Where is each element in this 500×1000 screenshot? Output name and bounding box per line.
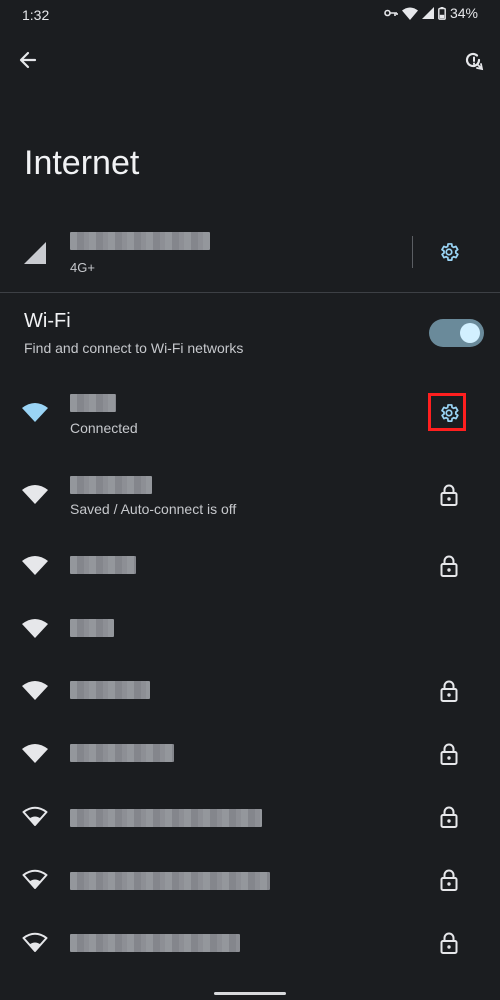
battery-percent: 34% [449, 5, 478, 21]
network-name-redacted [70, 394, 116, 412]
network-name-redacted [70, 619, 114, 637]
wifi-full-icon [22, 744, 48, 763]
network-name-redacted [70, 872, 270, 890]
wifi-weak-icon [22, 932, 48, 952]
status-time: 1:32 [22, 7, 50, 23]
highlight-box [428, 393, 466, 431]
lock-icon [440, 555, 458, 577]
network-row[interactable] [0, 912, 500, 974]
network-name-redacted [70, 809, 262, 827]
home-indicator[interactable] [214, 992, 286, 995]
wifi-full-icon [22, 403, 48, 422]
lock-icon-wrap [432, 549, 466, 583]
lock-icon-wrap [432, 863, 466, 897]
lock-icon-wrap [432, 674, 466, 708]
lock-icon [440, 484, 458, 506]
page-title: Internet [24, 144, 140, 182]
network-row[interactable] [0, 786, 500, 848]
network-row-connected[interactable]: Connected [0, 386, 500, 448]
wifi-full-icon [22, 681, 48, 700]
mobile-network-row[interactable]: 4G+ [0, 214, 500, 290]
lock-icon-wrap [432, 737, 466, 771]
status-icons: 34% [384, 5, 478, 21]
network-row[interactable] [0, 849, 500, 911]
wifi-toggle[interactable] [429, 319, 484, 347]
lock-icon [440, 869, 458, 891]
back-button[interactable] [8, 40, 48, 80]
wifi-title: Wi-Fi [24, 310, 71, 332]
network-name-redacted [70, 934, 240, 952]
battery-icon [438, 6, 446, 20]
lock-icon [440, 806, 458, 828]
lock-icon-wrap [432, 926, 466, 960]
vpn-key-icon [384, 9, 398, 17]
cell-signal-icon [421, 7, 434, 19]
network-row[interactable] [0, 535, 500, 597]
lock-icon [440, 680, 458, 702]
mobile-settings-button[interactable] [435, 238, 463, 266]
wifi-weak-icon [22, 869, 48, 889]
toggle-knob [460, 323, 480, 343]
network-name-redacted [70, 476, 152, 494]
network-status: Saved / Auto-connect is off [70, 501, 237, 517]
network-row[interactable]: Saved / Auto-connect is off [0, 466, 500, 528]
network-status: Connected [70, 420, 138, 436]
lock-icon-wrap [432, 800, 466, 834]
network-name-redacted [70, 744, 174, 762]
network-type: 4G+ [70, 260, 95, 275]
gear-icon [441, 243, 459, 261]
network-row[interactable] [0, 660, 500, 722]
wifi-full-icon [22, 619, 48, 638]
lock-icon [440, 932, 458, 954]
section-divider [0, 292, 500, 293]
wifi-weak-icon [22, 806, 48, 826]
network-row[interactable] [0, 723, 500, 785]
status-bar: 1:32 34% [0, 0, 500, 30]
lock-icon [440, 743, 458, 765]
wifi-full-icon [22, 556, 48, 575]
wifi-subtitle: Find and connect to Wi-Fi networks [24, 340, 244, 356]
lock-icon-wrap [432, 478, 466, 512]
network-name-redacted [70, 681, 150, 699]
network-name-redacted [70, 556, 136, 574]
network-row[interactable] [0, 598, 500, 660]
wifi-full-icon [22, 485, 48, 504]
wifi-status-icon [401, 7, 418, 20]
cell-signal-icon [24, 242, 46, 264]
help-button[interactable] [454, 40, 494, 80]
back-arrow-icon [19, 51, 37, 69]
divider [412, 236, 413, 268]
help-feedback-icon [465, 52, 484, 71]
carrier-name-redacted [70, 232, 210, 250]
wifi-header[interactable]: Wi-Fi Find and connect to Wi-Fi networks [24, 310, 243, 356]
